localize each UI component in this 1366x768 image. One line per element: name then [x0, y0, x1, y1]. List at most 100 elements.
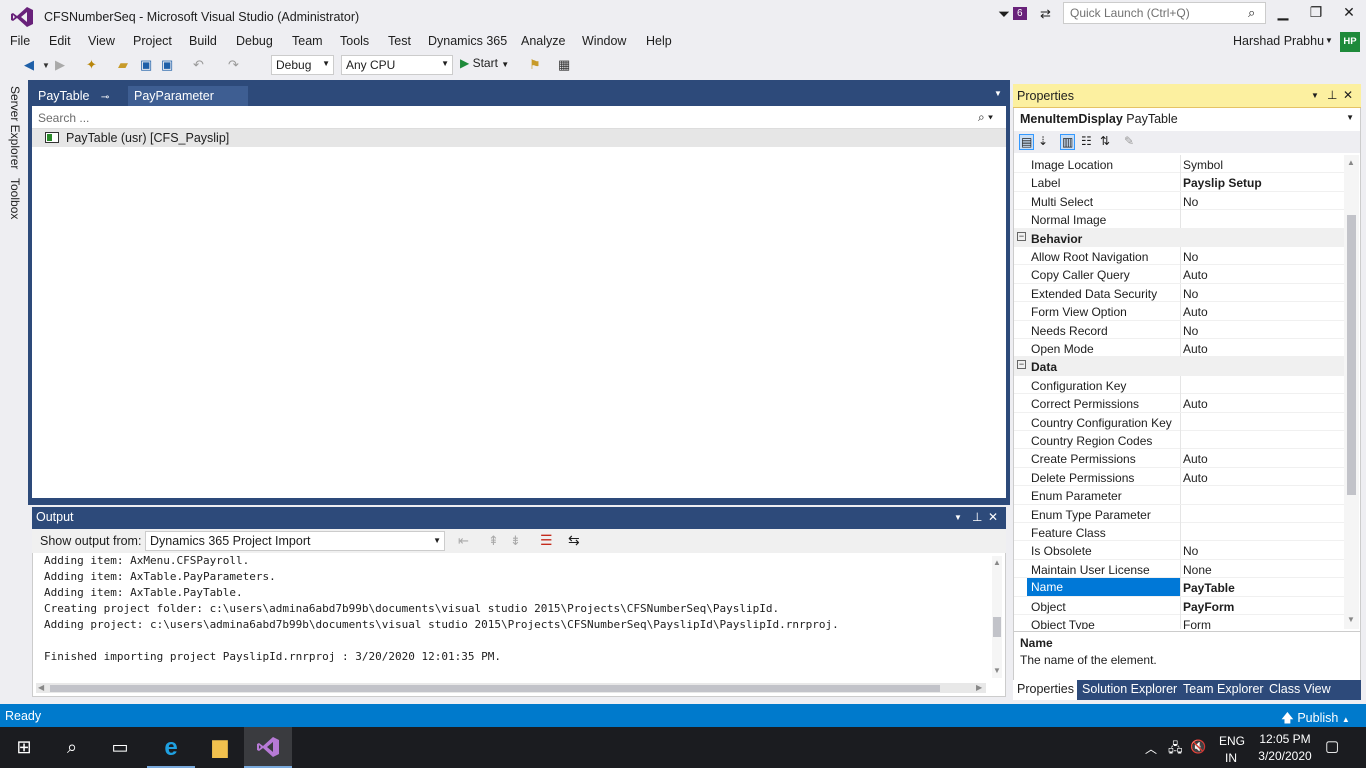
menu-dynamics-365[interactable]: Dynamics 365	[428, 34, 507, 48]
pin-icon[interactable]: ⊥	[972, 510, 982, 524]
property-pages-icon[interactable]: ✎	[1124, 134, 1134, 148]
menu-help[interactable]: Help	[646, 34, 672, 48]
visual-studio-taskbar-icon[interactable]	[244, 727, 292, 768]
notification-flag-icon[interactable]: ⏷	[998, 6, 1010, 23]
action-center-icon[interactable]: ▢	[1325, 737, 1339, 755]
menu-tools[interactable]: Tools	[340, 34, 369, 48]
menu-build[interactable]: Build	[189, 34, 217, 48]
menu-test[interactable]: Test	[388, 34, 411, 48]
sort-icon[interactable]: ⇅	[1100, 134, 1110, 148]
property-row[interactable]: Copy Caller Query Auto	[1014, 265, 1344, 284]
property-value[interactable]: Auto	[1183, 305, 1208, 319]
property-row[interactable]: Object PayForm	[1014, 596, 1344, 615]
property-row[interactable]: Country Region Codes	[1014, 431, 1344, 450]
object-selector[interactable]: MenuItemDisplay PayTable ▼	[1014, 108, 1360, 129]
platform-select[interactable]: Any CPU ▼	[341, 55, 453, 75]
layout-icon[interactable]: ▦	[558, 57, 570, 73]
property-row[interactable]: Country Configuration Key	[1014, 412, 1344, 431]
tab-properties[interactable]: Properties	[1013, 680, 1077, 700]
new-project-icon[interactable]: ✦	[86, 57, 97, 73]
clock[interactable]: 12:05 PM 3/20/2020	[1252, 732, 1318, 763]
scroll-up-icon[interactable]: ▲	[1347, 158, 1355, 167]
property-row[interactable]: Extended Data Security No	[1014, 283, 1344, 303]
tree-item[interactable]: PayTable (usr) [CFS_Payslip]	[32, 129, 1006, 147]
attach-icon[interactable]: ⚑	[529, 57, 541, 73]
property-row[interactable]: Label Payslip Setup	[1014, 173, 1344, 192]
close-window-button[interactable]: ✕	[1336, 4, 1362, 21]
forward-icon[interactable]: ▶	[55, 57, 65, 73]
menu-project[interactable]: Project	[133, 34, 172, 48]
menu-analyze[interactable]: Analyze	[521, 34, 565, 48]
chevron-down-icon[interactable]: ▼	[1311, 91, 1319, 100]
word-wrap-icon[interactable]: ⇆	[568, 532, 580, 549]
redo-icon[interactable]: ↷	[228, 57, 239, 73]
property-category[interactable]: − Data	[1014, 357, 1344, 376]
property-value[interactable]: No	[1183, 544, 1198, 558]
property-value[interactable]: PayForm	[1183, 600, 1234, 614]
property-value[interactable]: No	[1183, 195, 1198, 209]
property-value[interactable]: Form	[1183, 618, 1211, 629]
property-row[interactable]: Image Location Symbol	[1014, 155, 1344, 174]
collapse-icon[interactable]: −	[1017, 231, 1026, 241]
undo-icon[interactable]: ↶	[193, 57, 204, 73]
property-row[interactable]: Create Permissions Auto	[1014, 449, 1344, 468]
internet-explorer-icon[interactable]: e	[147, 727, 195, 768]
property-row[interactable]: Is Obsolete No	[1014, 541, 1344, 560]
property-value[interactable]: Auto	[1183, 452, 1208, 466]
tab-payparameter[interactable]: PayParameter	[128, 86, 248, 107]
scroll-up-icon[interactable]: ▲	[993, 558, 1001, 567]
windows-start-icon[interactable]: ⊞	[0, 727, 48, 768]
property-value[interactable]: Auto	[1183, 471, 1208, 485]
property-row[interactable]: Open Mode Auto	[1014, 339, 1344, 358]
property-value[interactable]: Payslip Setup	[1183, 176, 1262, 190]
minimize-button[interactable]: ▁	[1270, 4, 1296, 21]
search-icon[interactable]: ⌕	[1248, 5, 1255, 21]
network-icon[interactable]: 🖧	[1168, 739, 1183, 761]
pin-icon[interactable]: ⊸	[101, 92, 109, 103]
collapse-icon[interactable]: −	[1017, 360, 1026, 370]
task-view-icon[interactable]: ▭	[96, 727, 144, 768]
avatar[interactable]: HP	[1340, 32, 1360, 52]
tab-solution-explorer[interactable]: Solution Explorer	[1082, 682, 1177, 696]
property-value[interactable]: Auto	[1183, 397, 1208, 411]
alphabetical-icon[interactable]: ⇣	[1038, 134, 1048, 148]
save-all-icon[interactable]: ▣	[161, 57, 173, 73]
property-row[interactable]: Object Type Form	[1014, 615, 1344, 629]
back-dropdown-icon[interactable]: ▼	[42, 61, 50, 70]
events-icon[interactable]: ☷	[1081, 134, 1092, 148]
property-value[interactable]: No	[1183, 324, 1198, 338]
feedback-icon[interactable]: ⇄	[1040, 6, 1051, 22]
property-row[interactable]: Normal Image	[1014, 210, 1344, 229]
open-file-icon[interactable]: ▰	[118, 57, 128, 73]
scroll-right-icon[interactable]: ▶	[976, 683, 982, 692]
user-name[interactable]: Harshad Prabhu	[1233, 34, 1324, 48]
property-row[interactable]: Delete Permissions Auto	[1014, 467, 1344, 487]
property-row[interactable]: Configuration Key	[1014, 375, 1344, 395]
property-category[interactable]: − Behavior	[1014, 228, 1344, 247]
property-row[interactable]: Form View Option Auto	[1014, 302, 1344, 321]
property-row[interactable]: Enum Type Parameter	[1014, 504, 1344, 523]
back-icon[interactable]: ◀	[24, 57, 34, 73]
tab-list-dropdown-icon[interactable]: ▼	[994, 89, 1002, 98]
property-value[interactable]: PayTable	[1183, 581, 1235, 595]
find-message-icon[interactable]: ⇤	[458, 533, 469, 549]
menu-view[interactable]: View	[88, 34, 115, 48]
volume-muted-icon[interactable]: 🔇	[1190, 739, 1206, 755]
menu-debug[interactable]: Debug	[236, 34, 273, 48]
menu-file[interactable]: File	[10, 34, 30, 48]
output-source-select[interactable]: Dynamics 365 Project Import ▼	[145, 531, 445, 551]
toolbox-tab[interactable]: Toolbox	[8, 178, 22, 219]
properties-view-icon[interactable]: ▥	[1060, 134, 1076, 150]
tab-class-view[interactable]: Class View	[1269, 682, 1331, 696]
tab-paytable[interactable]: PayTable ⊸ ✕	[32, 86, 128, 118]
categorized-icon[interactable]: ▤	[1019, 134, 1035, 150]
prev-message-icon[interactable]: ⇞	[488, 533, 499, 549]
pin-icon[interactable]: ⊥	[1327, 88, 1337, 102]
config-select[interactable]: Debug ▼	[271, 55, 334, 75]
server-explorer-tab[interactable]: Server Explorer	[8, 86, 22, 169]
menu-window[interactable]: Window	[582, 34, 626, 48]
output-hscroll-thumb[interactable]	[50, 685, 940, 692]
designer-search-input[interactable]: Search ...	[32, 107, 1006, 129]
property-row[interactable]: Correct Permissions Auto	[1014, 394, 1344, 413]
scroll-down-icon[interactable]: ▼	[1347, 615, 1355, 624]
